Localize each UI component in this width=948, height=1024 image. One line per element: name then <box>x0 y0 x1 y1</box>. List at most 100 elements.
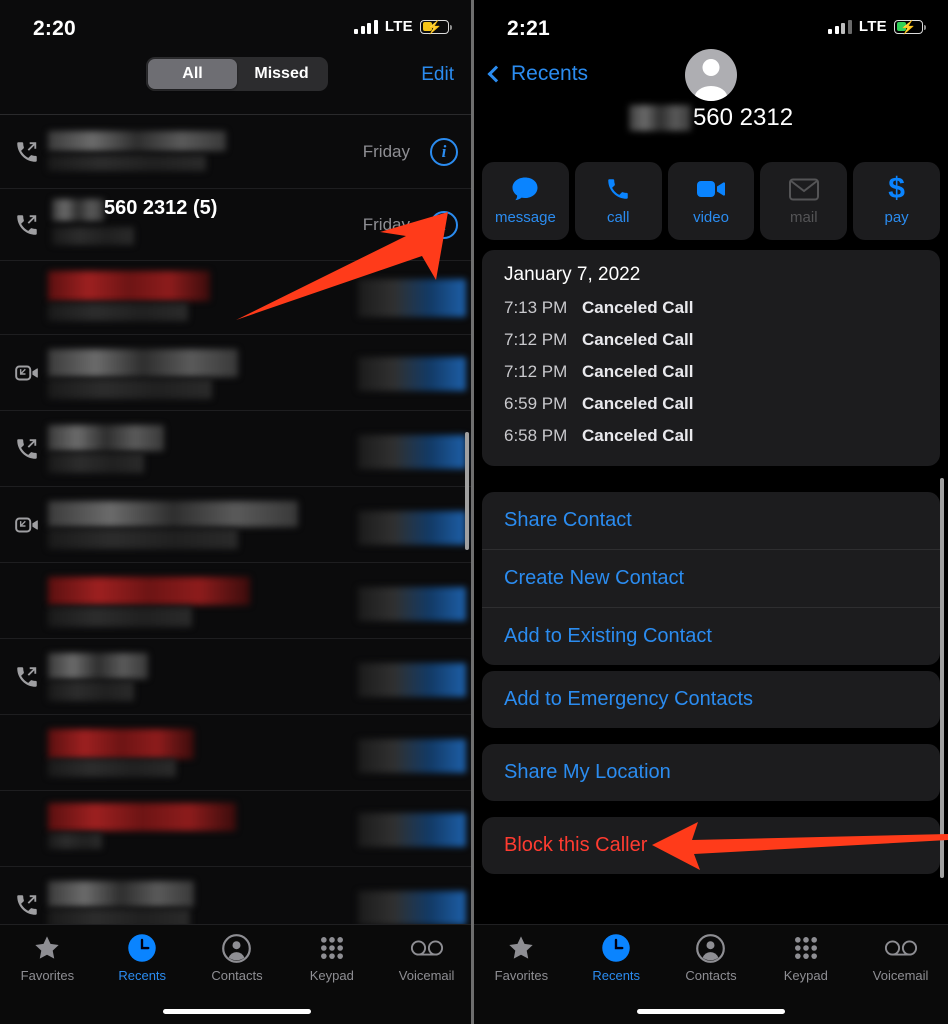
table-row[interactable] <box>0 639 474 715</box>
video-camera-icon <box>696 176 726 202</box>
redacted-contact-name <box>48 131 226 151</box>
tab-keypad[interactable]: Keypad <box>284 925 379 997</box>
tab-recents[interactable]: Recents <box>569 925 664 997</box>
call-time-label: Friday <box>362 141 410 161</box>
battery-icon: ⚡ <box>420 19 453 34</box>
message-button[interactable]: message <box>482 162 569 240</box>
contact-menu-group-2[interactable]: Add to Emergency Contacts <box>482 671 940 728</box>
edit-button[interactable]: Edit <box>421 64 454 86</box>
right-status-bar: 2:21 LTE ⚡ <box>474 0 948 52</box>
redacted-time-and-info <box>358 891 466 925</box>
right-tab-bar[interactable]: Favorites Recents Contacts Keypad Voicem… <box>474 924 948 1024</box>
left-tab-bar[interactable]: Favorites Recents Contacts Keypad Voicem… <box>0 924 474 1024</box>
redacted-contact-name <box>48 881 194 907</box>
table-row[interactable]: Friday i <box>0 115 474 189</box>
menu-item-share-my-location[interactable]: Share My Location <box>482 744 940 801</box>
call-history-card: January 7, 2022 7:13 PM Canceled Call 7:… <box>482 250 940 466</box>
facetime-video-icon <box>15 365 38 380</box>
avatar <box>685 49 737 101</box>
tab-keypad[interactable]: Keypad <box>758 925 853 997</box>
redacted-time-and-info <box>358 435 466 469</box>
table-row[interactable] <box>0 261 474 335</box>
voicemail-icon <box>410 933 444 963</box>
redacted-time-and-info <box>358 279 466 317</box>
redacted-area-code <box>52 199 104 221</box>
recents-call-list[interactable]: Friday i 560 2312 (5) Friday i <box>0 114 474 983</box>
redacted-subtitle <box>48 681 134 701</box>
menu-item-create-new-contact[interactable]: Create New Contact <box>482 549 940 607</box>
clock-icon <box>127 933 157 963</box>
call-time: 6:59 PM <box>504 394 568 413</box>
contact-menu-group-3[interactable]: Share My Location <box>482 744 940 801</box>
screen-divider <box>471 0 474 1024</box>
call-history-date: January 7, 2022 <box>504 264 641 285</box>
table-row[interactable] <box>0 563 474 639</box>
tab-label: Contacts <box>211 968 263 983</box>
video-button[interactable]: video <box>667 162 755 240</box>
table-row[interactable] <box>0 791 474 867</box>
list-item: 6:59 PM Canceled Call <box>482 388 940 420</box>
detail-scrollbar[interactable] <box>940 478 944 878</box>
menu-item-add-to-emergency-contacts[interactable]: Add to Emergency Contacts <box>482 671 940 728</box>
pay-button[interactable]: $ pay <box>853 162 940 240</box>
call-type: Canceled Call <box>582 330 694 349</box>
call-time-label: Friday <box>362 214 410 234</box>
tab-favorites[interactable]: Favorites <box>474 925 569 997</box>
back-button[interactable]: Recents <box>487 62 589 86</box>
redacted-time-and-info <box>358 739 466 773</box>
tab-contacts[interactable]: Contacts <box>190 925 285 997</box>
tab-voicemail[interactable]: Voicemail <box>379 925 474 997</box>
table-row[interactable] <box>0 335 474 411</box>
contact-menu-group-4[interactable]: Block this Caller <box>482 817 940 874</box>
dollar-sign-icon: $ <box>888 172 905 205</box>
redacted-subtitle <box>48 379 212 399</box>
menu-item-add-to-existing-contact[interactable]: Add to Existing Contact <box>482 607 940 665</box>
call-time: 6:58 PM <box>504 426 568 445</box>
battery-icon: ⚡ <box>894 19 927 34</box>
tab-favorites[interactable]: Favorites <box>0 925 95 997</box>
action-label: message <box>494 209 556 226</box>
tab-recents[interactable]: Recents <box>95 925 190 997</box>
cellular-signal-icon <box>354 19 378 34</box>
clock-icon <box>601 933 631 963</box>
back-button-label: Recents <box>511 62 589 85</box>
star-icon <box>33 933 61 963</box>
envelope-icon <box>788 176 819 202</box>
contact-number: 560 2312 <box>692 104 794 131</box>
menu-item-block-this-caller[interactable]: Block this Caller <box>482 817 940 874</box>
mail-button: mail <box>760 162 848 240</box>
segment-all[interactable]: All <box>148 59 237 89</box>
contact-action-buttons[interactable]: message call video mail $ pay <box>482 162 940 240</box>
keypad-grid-icon <box>792 933 820 963</box>
table-row[interactable] <box>0 487 474 563</box>
list-item: 7:13 PM Canceled Call <box>482 292 940 324</box>
tab-label: Keypad <box>783 968 828 983</box>
outgoing-call-icon <box>17 666 37 687</box>
tab-label: Voicemail <box>398 968 455 983</box>
table-row[interactable] <box>0 715 474 791</box>
menu-item-share-contact[interactable]: Share Contact <box>482 492 940 549</box>
segment-missed[interactable]: Missed <box>237 59 326 89</box>
left-status-bar: 2:20 LTE ⚡ <box>0 0 474 52</box>
tab-contacts[interactable]: Contacts <box>664 925 759 997</box>
list-scrollbar[interactable] <box>465 432 469 550</box>
redacted-missed-call-name <box>48 271 210 301</box>
call-button[interactable]: call <box>574 162 662 240</box>
redacted-subtitle <box>48 453 144 473</box>
redacted-missed-call-name <box>48 577 250 605</box>
info-button[interactable]: i <box>430 137 458 166</box>
person-circle-icon <box>696 933 726 963</box>
info-button[interactable]: i <box>430 210 458 239</box>
redacted-time-and-info <box>358 357 466 391</box>
status-indicators: LTE ⚡ <box>354 18 453 35</box>
redacted-subtitle <box>48 759 176 777</box>
table-row[interactable] <box>0 411 474 487</box>
contact-menu-group-1[interactable]: Share Contact Create New Contact Add to … <box>482 492 940 665</box>
calls-filter-segmented-control[interactable]: All Missed <box>146 57 328 91</box>
outgoing-call-icon <box>17 438 37 459</box>
redacted-missed-call-name <box>48 729 194 759</box>
redacted-time-and-info <box>358 587 466 621</box>
star-icon <box>507 933 535 963</box>
table-row[interactable]: 560 2312 (5) Friday i <box>0 189 474 261</box>
tab-voicemail[interactable]: Voicemail <box>853 925 948 997</box>
